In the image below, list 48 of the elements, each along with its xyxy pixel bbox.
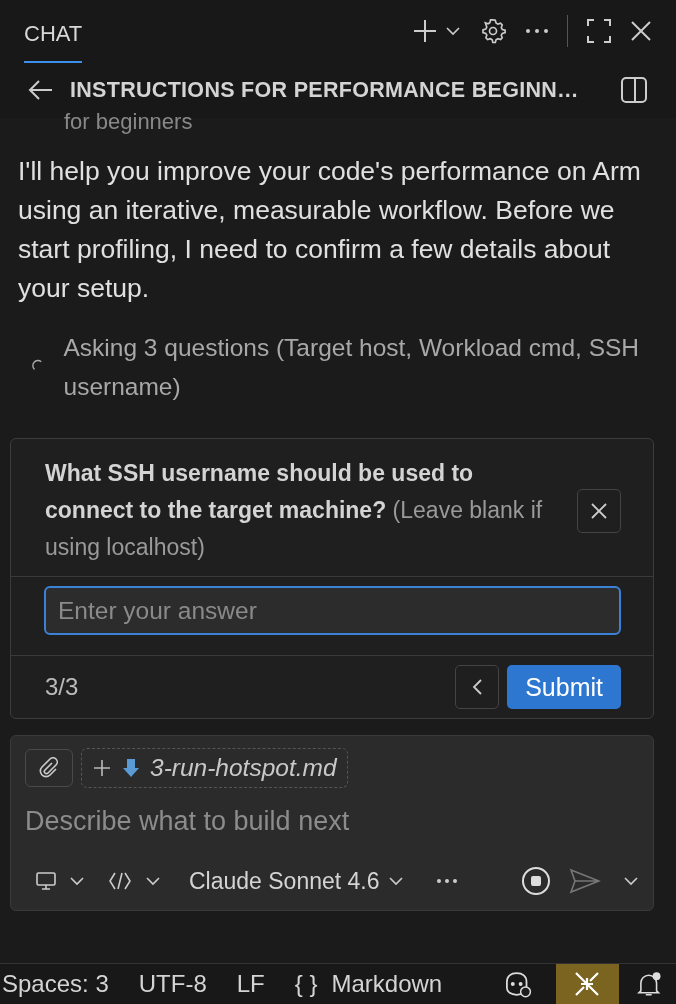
answer-field[interactable]: Enter your answer <box>44 586 621 635</box>
model-dropdown[interactable]: Claude Sonnet 4.6 <box>189 867 404 895</box>
progress-text: Asking 3 questions (Target host, Workload cmd, SSH username) <box>63 333 641 402</box>
session-title: INSTRUCTIONS FOR PERFORMANCE BEGINN… <box>70 77 579 103</box>
status-item[interactable]: LF <box>236 970 265 998</box>
status-item[interactable]: UTF-8 <box>138 970 207 998</box>
close-button[interactable] <box>577 488 621 533</box>
chevron-down-icon <box>69 876 85 886</box>
code-icon <box>107 870 133 892</box>
chat-composer[interactable]: 3-run-hotspot.md Describe what to build next Claude Sonnet 4.6 <box>10 735 654 911</box>
send-icon[interactable] <box>569 868 601 894</box>
split-panel-icon[interactable] <box>620 76 648 104</box>
chat-tab[interactable]: CHAT <box>24 3 83 63</box>
chevron-down-icon <box>145 876 161 886</box>
target-dropdown[interactable] <box>35 870 85 892</box>
chevron-down-icon[interactable] <box>623 876 639 886</box>
settings-icon[interactable] <box>479 17 507 45</box>
plus-icon[interactable] <box>411 17 439 45</box>
prompt-field[interactable]: Describe what to build next <box>25 806 639 862</box>
braces-icon[interactable]: { } <box>294 970 318 998</box>
status-item[interactable]: Spaces: 3 <box>2 970 109 998</box>
question-counter: 3/3 <box>45 673 79 701</box>
more-icon[interactable] <box>435 878 458 884</box>
more-icon[interactable] <box>525 28 549 34</box>
file-name: 3-run-hotspot.md <box>150 754 337 782</box>
question-text: What SSH username should be used to connect to the target machine? (Leave blank if using localhost) <box>45 459 544 562</box>
attach-button[interactable] <box>25 749 73 787</box>
assistant-message: I'll help you improve your code's performance on Arm using an iterative, measurable workflow. Before we start profiling, I need to confirm a few details about your setup. <box>18 155 642 305</box>
previous-button[interactable] <box>455 665 500 709</box>
notification-bell-icon[interactable] <box>634 970 662 998</box>
mode-dropdown[interactable] <box>107 870 161 892</box>
plus-icon <box>92 758 112 778</box>
chevron-down-icon[interactable] <box>445 26 461 36</box>
chevron-left-icon <box>471 678 484 696</box>
message-fragment: for beginners <box>64 112 193 132</box>
stop-icon[interactable] <box>521 866 551 896</box>
maximize-icon[interactable] <box>586 18 612 44</box>
submit-button[interactable]: Submit <box>507 665 621 709</box>
close-icon[interactable] <box>630 20 652 42</box>
back-arrow-icon[interactable] <box>28 79 54 101</box>
paperclip-icon <box>38 757 60 779</box>
language-mode[interactable]: Markdown <box>331 970 443 998</box>
down-arrow-icon <box>122 758 140 778</box>
monitor-icon <box>35 870 57 892</box>
close-icon <box>590 501 608 520</box>
attachment-chip[interactable]: 3-run-hotspot.md <box>81 748 348 788</box>
chevron-down-icon <box>387 876 404 886</box>
remote-button[interactable] <box>555 964 619 1004</box>
